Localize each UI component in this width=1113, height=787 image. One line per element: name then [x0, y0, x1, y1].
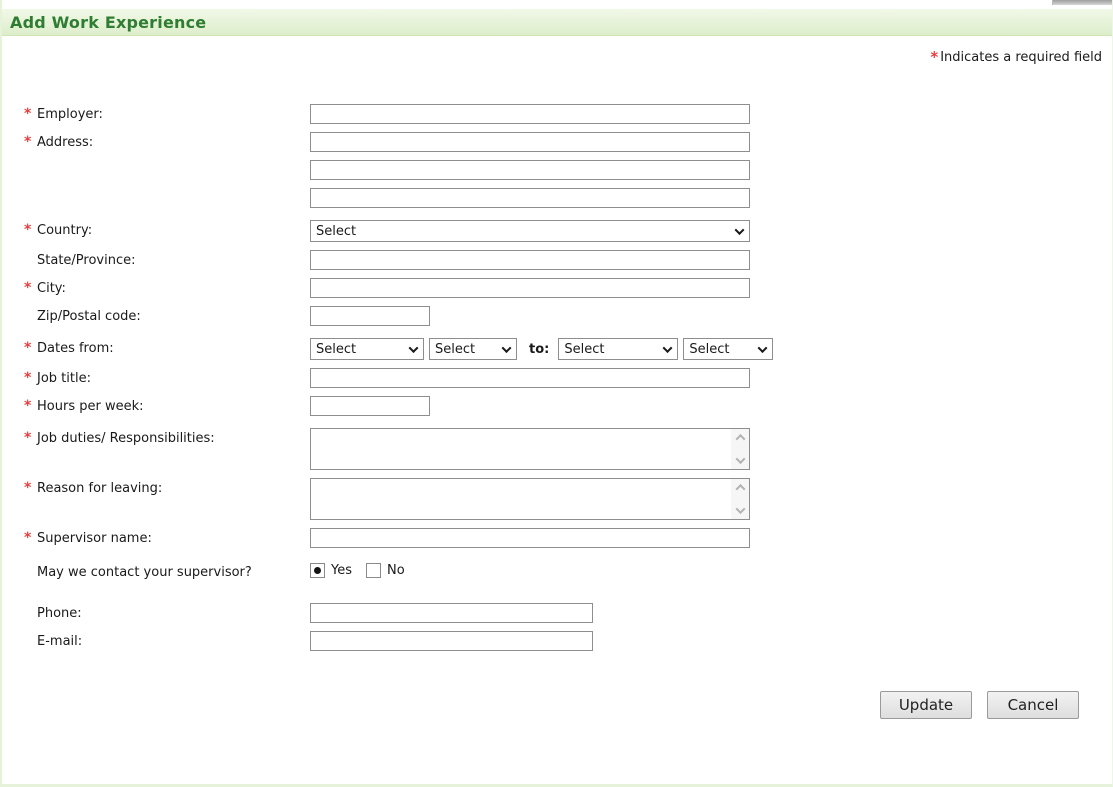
zip-input[interactable]	[310, 306, 430, 326]
supervisor-name-label: Supervisor name:	[37, 531, 152, 546]
dates-from-label: Dates from:	[37, 341, 114, 356]
reason-leaving-label: Reason for leaving:	[37, 481, 163, 496]
reason-leaving-textarea[interactable]	[310, 478, 750, 520]
required-asterisk: *	[24, 134, 32, 150]
dates-from-month-select[interactable]: Select	[310, 338, 424, 360]
dates-to-month-select[interactable]: Select	[558, 338, 679, 360]
dates-to-label: to:	[529, 341, 550, 357]
employer-input[interactable]	[310, 104, 750, 124]
dates-from-year-select[interactable]: Select	[429, 338, 517, 360]
contact-supervisor-no-label: No	[387, 563, 405, 578]
required-asterisk: *	[24, 280, 32, 296]
city-row: * City:	[24, 278, 1112, 298]
required-asterisk: *	[24, 222, 32, 238]
required-asterisk: *	[24, 370, 32, 386]
required-asterisk: *	[24, 530, 32, 546]
state-row: State/Province:	[24, 250, 1112, 270]
zip-row: Zip/Postal code:	[24, 306, 1112, 326]
job-duties-textarea[interactable]	[310, 428, 750, 470]
required-asterisk: *	[930, 48, 939, 66]
chevron-down-icon	[662, 342, 673, 353]
contact-supervisor-yes-radio[interactable]	[310, 563, 325, 578]
scrollbar-thumb[interactable]	[1052, 0, 1112, 5]
country-select[interactable]: Select	[310, 220, 750, 242]
hours-per-week-label: Hours per week:	[37, 399, 144, 414]
employer-row: * Employer:	[24, 104, 1112, 124]
phone-row: Phone:	[24, 603, 1112, 623]
country-select-value: Select	[316, 223, 357, 239]
address-line2-input[interactable]	[310, 160, 750, 180]
section-header: Add Work Experience	[2, 9, 1112, 36]
job-title-row: * Job title:	[24, 368, 1112, 388]
state-input[interactable]	[310, 250, 750, 270]
employer-label: Employer:	[37, 107, 103, 122]
required-field-note: * Indicates a required field	[2, 48, 1112, 66]
add-work-experience-panel: Add Work Experience * Indicates a require…	[0, 0, 1113, 787]
zip-label: Zip/Postal code:	[37, 309, 141, 324]
chevron-down-icon	[734, 224, 745, 235]
form-actions: Update Cancel	[24, 691, 1112, 719]
phone-label: Phone:	[37, 606, 82, 621]
city-input[interactable]	[310, 278, 750, 298]
textarea-scrollbar[interactable]	[731, 429, 749, 469]
contact-supervisor-no-radio[interactable]	[366, 563, 381, 578]
dates-to-year-value: Select	[689, 341, 730, 357]
city-label: City:	[37, 281, 66, 296]
job-duties-row: * Job duties/ Responsibilities:	[24, 428, 1112, 470]
job-title-input[interactable]	[310, 368, 750, 388]
required-asterisk: *	[24, 106, 32, 122]
address-line3-input[interactable]	[310, 188, 750, 208]
email-row: E-mail:	[24, 631, 1112, 651]
chevron-up-icon	[735, 483, 745, 494]
chevron-up-icon	[735, 433, 745, 444]
required-note-text: Indicates a required field	[940, 50, 1102, 65]
required-asterisk: *	[24, 340, 32, 356]
phone-input[interactable]	[310, 603, 593, 623]
country-label: Country:	[37, 223, 93, 238]
state-label: State/Province:	[37, 253, 136, 268]
contact-supervisor-yes-label: Yes	[331, 563, 352, 578]
chevron-down-icon	[757, 342, 768, 353]
work-experience-form: * Employer: * Address: * Country: Select	[2, 104, 1112, 719]
textarea-scrollbar[interactable]	[731, 479, 749, 519]
required-asterisk: *	[24, 480, 32, 496]
email-label: E-mail:	[37, 634, 83, 649]
address-line1-input[interactable]	[310, 132, 750, 152]
country-row: * Country: Select	[24, 220, 1112, 242]
chevron-down-icon	[735, 454, 745, 465]
dates-from-year-value: Select	[435, 341, 476, 357]
chevron-down-icon	[501, 342, 512, 353]
hours-row: * Hours per week:	[24, 396, 1112, 416]
chevron-down-icon	[735, 504, 745, 515]
job-title-label: Job title:	[37, 371, 91, 386]
address-label: Address:	[37, 135, 94, 150]
dates-to-year-select[interactable]: Select	[683, 338, 774, 360]
dates-to-month-value: Select	[564, 341, 605, 357]
cancel-button[interactable]: Cancel	[987, 691, 1079, 719]
required-asterisk: *	[24, 430, 32, 446]
supervisor-name-row: * Supervisor name:	[24, 528, 1112, 548]
hours-per-week-input[interactable]	[310, 396, 430, 416]
page-title: Add Work Experience	[10, 12, 207, 32]
dates-row: * Dates from: Select Select to: Select S…	[24, 338, 1112, 360]
dates-from-month-value: Select	[316, 341, 357, 357]
reason-leaving-row: * Reason for leaving:	[24, 478, 1112, 520]
chevron-down-icon	[408, 342, 419, 353]
update-button[interactable]: Update	[880, 691, 972, 719]
address-row: * Address:	[24, 132, 1112, 208]
contact-supervisor-row: May we contact your supervisor? Yes No	[24, 562, 1112, 581]
contact-supervisor-label: May we contact your supervisor?	[37, 565, 252, 580]
required-asterisk: *	[24, 398, 32, 414]
supervisor-name-input[interactable]	[310, 528, 750, 548]
top-strip	[2, 0, 1112, 9]
job-duties-label: Job duties/ Responsibilities:	[37, 431, 215, 446]
email-input[interactable]	[310, 631, 593, 651]
